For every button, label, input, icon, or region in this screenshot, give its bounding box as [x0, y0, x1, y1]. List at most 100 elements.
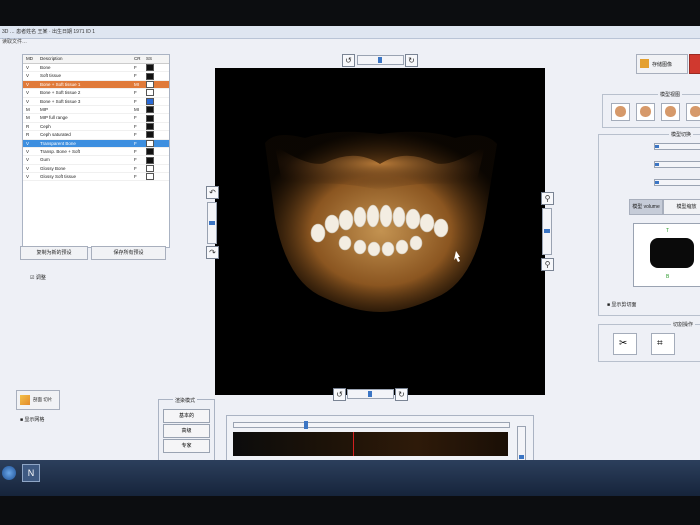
adjust-slider-3[interactable]	[654, 179, 700, 186]
model-adjust-title: 模型切换	[669, 131, 694, 138]
preset-row[interactable]: V Transp. Bone + Soft F	[23, 148, 169, 157]
preset-row[interactable]: V Glossy Bone F	[23, 165, 169, 174]
adjust-slider-2[interactable]	[654, 161, 700, 168]
preset-color-swatch[interactable]	[146, 165, 154, 172]
tilt-vertical-slider[interactable]	[207, 202, 217, 244]
spin-horizontal-slider[interactable]	[347, 389, 394, 399]
head-top-icon	[690, 106, 700, 117]
spin-right-icon[interactable]: ↻	[395, 388, 408, 401]
preset-color-swatch[interactable]	[146, 131, 154, 139]
preset-row[interactable]: V Bone F	[23, 64, 169, 73]
view-front-button[interactable]	[611, 103, 630, 121]
gain-slider[interactable]	[517, 426, 526, 463]
preset-color-swatch[interactable]	[146, 97, 154, 105]
cut-tool-2-button[interactable]: ⌗	[651, 333, 675, 355]
rotate-horizontal-slider[interactable]	[357, 55, 404, 65]
preset-color-swatch[interactable]	[146, 173, 154, 181]
preset-color-swatch[interactable]	[146, 114, 154, 122]
view-side-button[interactable]	[636, 103, 655, 121]
slider-thumb[interactable]	[378, 57, 382, 63]
slider-thumb[interactable]	[655, 163, 659, 166]
head-front-icon	[615, 106, 626, 117]
preset-cr: F	[134, 157, 137, 163]
preset-color-swatch[interactable]	[146, 106, 154, 114]
show-cut-checkbox[interactable]: ■ 显示剪切面	[607, 301, 636, 308]
zoom-vertical-slider[interactable]	[542, 208, 552, 255]
preset-row[interactable]: V Bone + Soft tissue 1 MI	[23, 80, 169, 90]
slider-thumb[interactable]	[655, 145, 659, 148]
preset-color-swatch[interactable]	[146, 81, 154, 89]
preset-row[interactable]: M MIP MI	[23, 106, 169, 115]
preset-row[interactable]: V Gum F	[23, 156, 169, 165]
preset-color-swatch[interactable]	[146, 148, 154, 156]
head-back-icon	[665, 106, 676, 117]
start-orb-icon[interactable]	[2, 466, 16, 480]
preset-color-swatch[interactable]	[146, 89, 154, 97]
mode-expert-button[interactable]: 专家	[163, 439, 210, 453]
tilt-up-icon[interactable]: ↶	[206, 186, 219, 199]
preset-cr: F	[134, 174, 137, 180]
adjust-checkbox[interactable]: ☑ 调整	[30, 274, 46, 281]
cut-group: 切割操作 ✂ ⌗	[598, 321, 700, 362]
slider-thumb[interactable]	[519, 455, 524, 459]
volume-tab[interactable]: 模型 volume	[629, 199, 663, 215]
preset-color-swatch[interactable]	[146, 123, 154, 131]
orientation-preview: T B	[633, 223, 700, 287]
save-image-button[interactable]: 存储图像	[636, 54, 688, 74]
3d-render-viewport[interactable]	[215, 68, 545, 395]
preset-description: Bone + Soft tissue 1	[40, 81, 81, 87]
preview-bottom-marker: B	[666, 274, 670, 280]
copy-preset-button[interactable]: 复制为新的预设	[20, 246, 88, 260]
save-presets-button[interactable]: 保存所有预设	[91, 246, 166, 260]
preset-cr: F	[134, 123, 137, 129]
scale-tab[interactable]: 模型缩放	[663, 199, 700, 215]
rotate-left-icon[interactable]: ↺	[342, 54, 355, 67]
histogram-display[interactable]	[233, 432, 508, 456]
app-taskbar-icon[interactable]: N	[22, 464, 40, 482]
preset-row[interactable]: V Bone + Soft tissue 3 F	[23, 97, 169, 106]
rotate-right-icon[interactable]: ↻	[405, 54, 418, 67]
show-grid-checkbox[interactable]: ■ 显示网格	[20, 416, 44, 423]
preset-md: V	[26, 98, 30, 104]
spin-left-icon[interactable]: ↺	[333, 388, 346, 401]
preset-row[interactable]: V Transparent Bone F	[23, 139, 169, 148]
preview-top-marker: T	[666, 228, 670, 234]
preset-md: M	[26, 115, 30, 121]
section-slice-button[interactable]: 剖面 切片	[16, 390, 60, 410]
preset-row[interactable]: R Ceph saturated F	[23, 131, 169, 140]
slider-thumb[interactable]	[304, 421, 308, 429]
render-mode-title: 渲染模式	[173, 397, 198, 404]
slider-thumb[interactable]	[209, 221, 215, 225]
preset-row[interactable]: V Bone + Soft tissue 2 F	[23, 89, 169, 98]
preset-row[interactable]: M MIP full range F	[23, 114, 169, 123]
preset-color-swatch[interactable]	[146, 156, 154, 164]
save-image-icon	[640, 59, 649, 68]
slider-thumb[interactable]	[368, 391, 372, 397]
cut-tool-1-button[interactable]: ✂	[613, 333, 637, 355]
preset-color-swatch[interactable]	[146, 64, 154, 72]
preset-color-swatch[interactable]	[146, 72, 154, 80]
mode-advanced-button[interactable]: 高级	[163, 424, 210, 438]
preset-md: M	[26, 106, 30, 112]
adjust-slider-1[interactable]	[654, 143, 700, 150]
preset-color-swatch[interactable]	[146, 139, 154, 147]
preset-md: V	[26, 140, 30, 146]
threshold-marker[interactable]	[353, 432, 354, 456]
mode-basic-button[interactable]: 基本的	[163, 409, 210, 423]
close-view-button[interactable]	[689, 54, 700, 74]
preset-table-header: MD Description CR SS	[23, 55, 169, 64]
preset-row[interactable]: V Soft tissue F	[23, 72, 169, 81]
view-top-button[interactable]	[686, 103, 700, 121]
view-back-button[interactable]	[661, 103, 680, 121]
window-level-slider[interactable]	[233, 421, 510, 429]
preset-md: V	[26, 174, 30, 180]
zoom-out-icon[interactable]: ⚲	[541, 258, 554, 271]
preset-row[interactable]: V Glossy Soft tissue F	[23, 173, 169, 182]
tilt-down-icon[interactable]: ↷	[206, 246, 219, 259]
col-md: MD	[26, 56, 33, 61]
preset-description: Bone + Soft tissue 3	[40, 98, 81, 104]
slider-thumb[interactable]	[655, 181, 659, 184]
slider-thumb[interactable]	[544, 229, 550, 233]
zoom-in-icon[interactable]: ⚲	[541, 192, 554, 205]
preset-row[interactable]: R Ceph F	[23, 123, 169, 132]
